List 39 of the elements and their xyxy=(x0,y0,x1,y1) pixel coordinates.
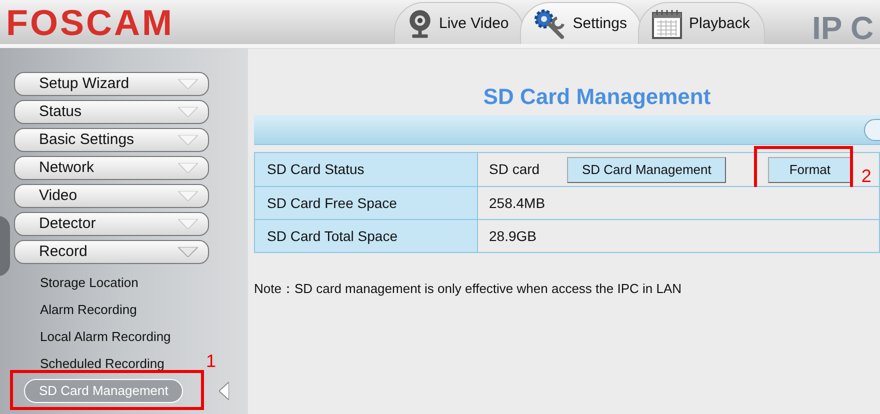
menu-item[interactable]: Basic Settings xyxy=(14,128,209,152)
caret-icon xyxy=(178,163,198,173)
menu-item[interactable]: Setup Wizard xyxy=(14,72,209,96)
field-value: SD card xyxy=(489,160,541,179)
submenu-item[interactable]: Scheduled Recording xyxy=(40,354,164,374)
nav-tab[interactable]: Live Video xyxy=(394,2,524,44)
nav-tab[interactable]: Playback xyxy=(638,2,765,44)
annotation-number: 1 xyxy=(206,350,216,373)
action-button[interactable]: SD Card Management xyxy=(567,156,726,182)
submenu-item[interactable]: Alarm Recording xyxy=(40,300,137,320)
nav-tab[interactable]: Settings xyxy=(520,2,642,44)
caret-icon xyxy=(178,79,198,89)
menu-item[interactable]: Video xyxy=(14,184,209,208)
note-text: Note：SD card management is only effective when access the IPC in LAN xyxy=(254,280,683,298)
action-button[interactable]: Format xyxy=(768,156,852,182)
field-value: 258.4MB xyxy=(489,194,546,212)
submenu-item[interactable]: Storage Location xyxy=(40,273,138,293)
caret-icon xyxy=(178,107,198,117)
calendar-icon xyxy=(650,8,683,40)
field-value: 28.9GB xyxy=(489,226,538,246)
menu-item[interactable]: Detector xyxy=(14,212,209,236)
caret-icon xyxy=(178,135,198,145)
foscam-logo: FOSCAM xyxy=(6,1,174,44)
field-label: SD Card Total Space xyxy=(255,220,478,252)
caret-icon xyxy=(178,191,198,201)
page-title: SD Card Management xyxy=(482,83,712,111)
webcam-icon xyxy=(407,9,433,39)
field-label: SD Card Status xyxy=(255,153,478,186)
caret-icon xyxy=(178,247,198,257)
caret-icon xyxy=(178,219,198,229)
menu-item[interactable]: Status xyxy=(14,100,209,124)
header-title: IP C xyxy=(812,9,874,44)
gear-wrench-icon xyxy=(532,8,567,40)
field-label: SD Card Free Space xyxy=(255,187,478,219)
submenu-item[interactable]: Local Alarm Recording xyxy=(40,327,171,347)
menu-item[interactable]: Network xyxy=(14,156,209,180)
pointer-icon xyxy=(219,382,229,400)
menu-item[interactable]: Record xyxy=(14,240,209,264)
annotation-number: 2 xyxy=(861,164,872,188)
